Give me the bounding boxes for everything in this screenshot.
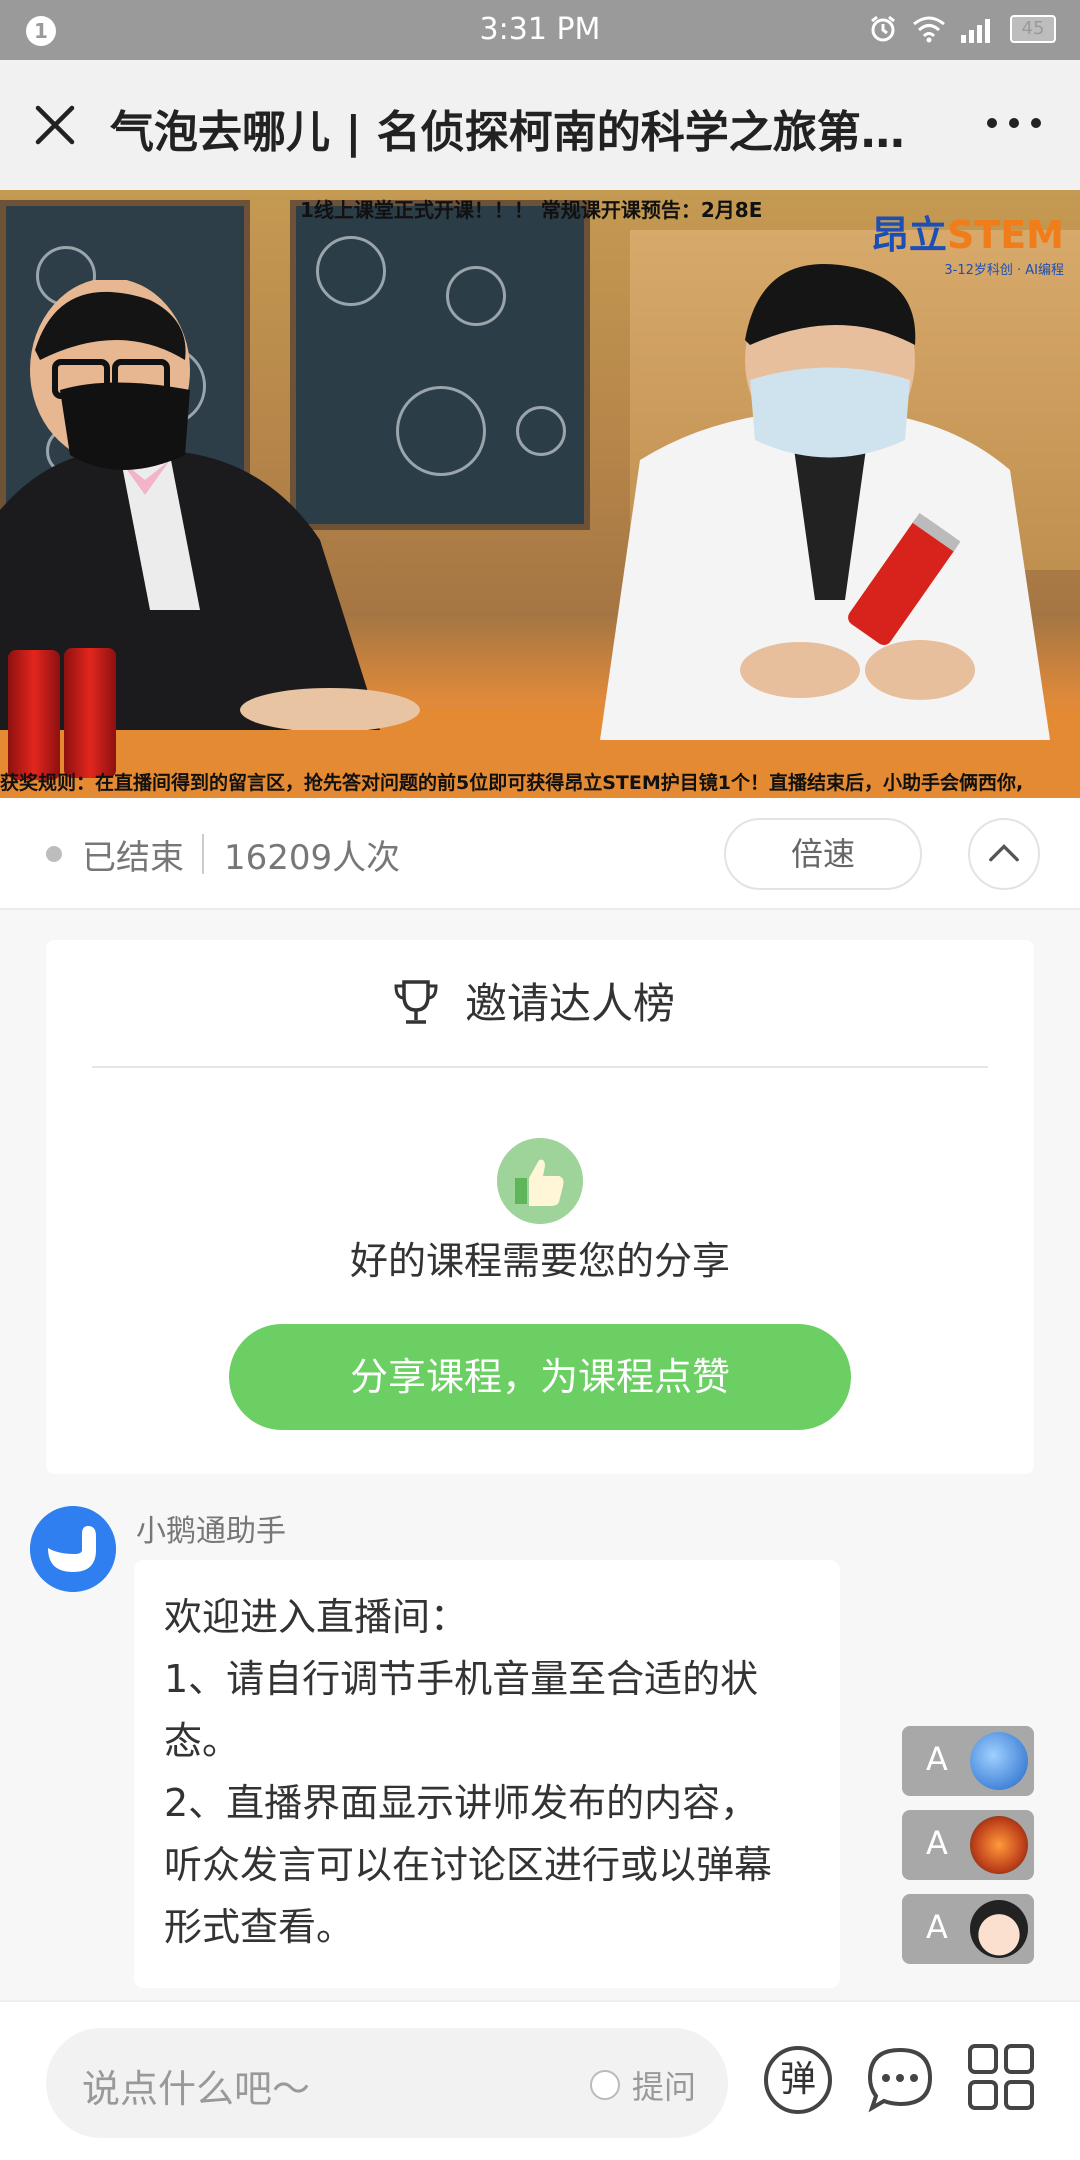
presenter-right — [600, 263, 1050, 740]
video-bottom-caption: 获奖规则：在直播间得到的留言区，抢先答对问题的前5位即可获得昂立STEM护目镜1… — [0, 772, 1024, 794]
radio-icon[interactable] — [589, 2070, 620, 2100]
playback-speed-button[interactable]: 倍速 — [724, 818, 922, 890]
live-info-row: 已结束 16209人次 倍速 — [0, 798, 1080, 910]
danmaku-label: A — [926, 1740, 948, 1778]
invite-ranking-card: 邀请达人榜 好的课程需要您的分享 分享课程，为课程点赞 — [46, 940, 1034, 1474]
assistant-avatar[interactable] — [30, 1506, 116, 1592]
chat-message-bubble: 欢迎进入直播间： 1、请自行调节手机音量至合适的状 态。 2、直播界面显示讲师发… — [134, 1560, 840, 1988]
live-status: 已结束 — [82, 838, 184, 878]
user-avatar — [970, 1900, 1028, 1958]
card-divider — [92, 1066, 988, 1068]
danmaku-toggle[interactable]: A — [902, 1810, 1034, 1880]
title-bar: 气泡去哪儿 | 名侦探柯南的科学之旅第… — [0, 60, 1080, 190]
thumbs-up-icon — [497, 1138, 583, 1224]
soda-can — [8, 650, 60, 780]
ask-question-toggle[interactable]: 提问 — [589, 2062, 696, 2108]
divider — [202, 834, 204, 874]
ask-label: 提问 — [631, 2068, 696, 2106]
user-avatar — [970, 1732, 1028, 1790]
input-placeholder: 说点什么吧～ — [82, 2067, 311, 2111]
page-title: 气泡去哪儿 | 名侦探柯南的科学之旅第… — [110, 107, 905, 158]
danmaku-toggle[interactable]: A — [902, 1894, 1034, 1964]
status-bar: 1 3:31 PM 45 — [0, 0, 1080, 60]
soda-can — [64, 648, 116, 778]
message-line: 欢迎进入直播间： — [164, 1595, 469, 1639]
danmaku-label: A — [926, 1824, 948, 1862]
video-top-caption: 1线上课堂正式开课！！！ 常规课开课预告：2月8E — [300, 198, 763, 222]
chevron-up-icon[interactable] — [968, 818, 1040, 890]
more-options-icon[interactable] — [984, 108, 1044, 138]
message-line: 1、请自行调节手机音量至合适的状 — [164, 1657, 759, 1701]
video-player[interactable]: 1线上课堂正式开课！！！ 常规课开课预告：2月8E 昂立STEM 3-12岁科创… — [0, 190, 1080, 798]
share-prompt: 好的课程需要您的分享 — [349, 1239, 730, 1283]
user-avatar — [970, 1816, 1028, 1874]
bottom-input-bar: 说点什么吧～ 提问 弹 — [0, 2000, 1080, 2160]
chat-bubble-icon[interactable] — [864, 2044, 936, 2116]
message-line: 听众发言可以在讨论区进行或以弹幕 — [164, 1843, 773, 1887]
comment-input[interactable]: 说点什么吧～ 提问 — [46, 2028, 728, 2138]
logo-text: 昂立 — [870, 213, 947, 257]
status-dot — [46, 846, 62, 862]
card-title-text: 邀请达人榜 — [464, 979, 675, 1028]
card-title: 邀请达人榜 — [46, 970, 1034, 1031]
danmaku-toggle[interactable]: A — [902, 1726, 1034, 1796]
status-icons: 45 — [868, 14, 1056, 44]
danmaku-button[interactable]: 弹 — [764, 2046, 832, 2114]
share-course-button[interactable]: 分享课程，为课程点赞 — [229, 1324, 851, 1430]
logo-stem: STEM — [946, 213, 1064, 257]
view-count: 16209人次 — [224, 838, 401, 878]
wifi-icon — [913, 16, 945, 43]
message-line: 态。 — [164, 1719, 241, 1763]
message-sender: 小鹅通助手 — [136, 1514, 286, 1549]
brand-logo: 昂立STEM 3-12岁科创 · AI编程 — [871, 204, 1064, 278]
grid-menu-icon[interactable] — [966, 2042, 1036, 2112]
logo-subtitle: 3-12岁科创 · AI编程 — [944, 263, 1064, 278]
message-line: 形式查看。 — [164, 1905, 355, 1949]
signal-icon — [961, 19, 990, 43]
battery-icon: 45 — [1010, 15, 1056, 43]
close-icon[interactable] — [30, 100, 80, 150]
alarm-icon — [871, 15, 895, 42]
danmaku-label: A — [926, 1908, 948, 1946]
message-line: 2、直播界面显示讲师发布的内容， — [164, 1781, 759, 1825]
